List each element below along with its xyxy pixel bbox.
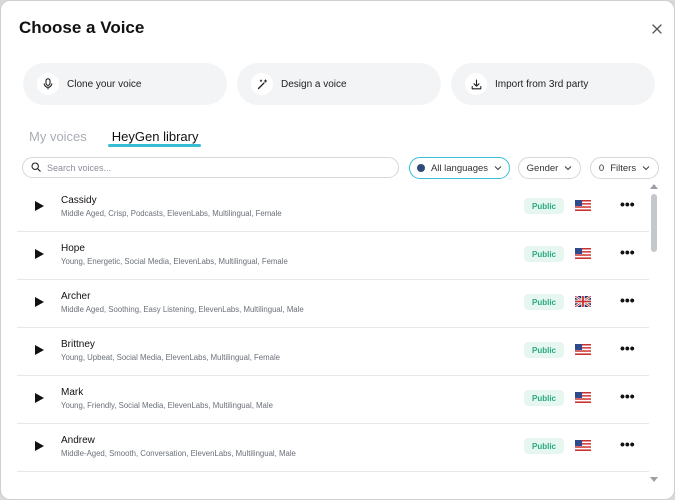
play-icon[interactable] — [35, 393, 44, 403]
scroll-down-arrow[interactable] — [650, 477, 658, 482]
voice-list: Cassidy Middle Aged, Crisp, Podcasts, El… — [17, 184, 649, 499]
voice-tags: Middle Aged, Soothing, Easy Listening, E… — [61, 305, 304, 314]
chevron-down-icon — [494, 163, 502, 174]
clone-voice-button[interactable]: Clone your voice — [23, 63, 227, 105]
scrollbar-thumb[interactable] — [651, 194, 657, 252]
public-badge: Public — [524, 438, 565, 454]
voice-name: Brittney — [61, 339, 95, 350]
voice-tags: Young, Energetic, Social Media, ElevenLa… — [61, 257, 288, 266]
public-badge: Public — [524, 246, 565, 262]
design-voice-label: Design a voice — [281, 78, 347, 90]
voice-row[interactable]: Hope Young, Energetic, Social Media, Ele… — [17, 232, 649, 280]
play-icon[interactable] — [35, 345, 44, 355]
chevron-down-icon — [564, 163, 572, 174]
voice-name: Archer — [61, 291, 91, 302]
us-flag-icon — [575, 200, 591, 211]
close-icon[interactable] — [647, 19, 667, 39]
gender-select[interactable]: Gender — [518, 157, 581, 179]
play-icon[interactable] — [35, 249, 44, 259]
clone-voice-label: Clone your voice — [67, 78, 142, 90]
voice-name: Andrew — [61, 435, 95, 446]
magic-wand-icon — [251, 73, 273, 95]
voice-tags: Middle-Aged, Smooth, Conversation, Eleve… — [61, 449, 296, 458]
voice-name: Cassidy — [61, 195, 97, 206]
design-voice-button[interactable]: Design a voice — [237, 63, 441, 105]
import-voice-button[interactable]: Import from 3rd party — [451, 63, 655, 105]
more-options-icon[interactable]: ••• — [620, 389, 635, 403]
voice-name: Mark — [61, 387, 84, 398]
language-select-label: All languages — [430, 162, 489, 174]
public-badge: Public — [524, 294, 565, 310]
voice-name: Hope — [61, 243, 85, 254]
import-voice-label: Import from 3rd party — [495, 78, 589, 90]
voice-tags: Young, Friendly, Social Media, ElevenLab… — [61, 401, 273, 410]
public-badge: Public — [524, 198, 565, 214]
play-icon[interactable] — [35, 297, 44, 307]
more-options-icon[interactable]: ••• — [620, 245, 635, 259]
public-badge: Public — [524, 390, 565, 406]
dialog-title: Choose a Voice — [19, 18, 145, 37]
search-icon — [31, 159, 41, 177]
voice-tabs: My voices HeyGen library — [29, 129, 201, 147]
play-icon[interactable] — [35, 441, 44, 451]
search-input[interactable] — [47, 162, 377, 173]
filters-label: Filters — [610, 162, 637, 174]
voice-row[interactable]: Andrew Middle-Aged, Smooth, Conversation… — [17, 424, 649, 472]
voice-row[interactable]: Archer Middle Aged, Soothing, Easy Liste… — [17, 280, 649, 328]
chevron-down-icon — [642, 163, 650, 174]
download-icon — [465, 73, 487, 95]
play-icon[interactable] — [35, 201, 44, 211]
gender-select-label: Gender — [526, 162, 559, 174]
microphone-icon — [37, 73, 59, 95]
voice-row[interactable]: Brittney Young, Upbeat, Social Media, El… — [17, 328, 649, 376]
us-flag-icon — [575, 440, 591, 451]
public-badge: Public — [524, 342, 565, 358]
choose-voice-dialog: Choose a Voice Clone your voice Design a… — [0, 0, 675, 500]
voice-tags: Young, Upbeat, Social Media, ElevenLabs,… — [61, 353, 281, 362]
us-flag-icon — [575, 392, 591, 403]
more-options-icon[interactable]: ••• — [620, 341, 635, 355]
globe-icon — [416, 164, 425, 172]
uk-flag-icon — [575, 296, 591, 307]
language-select[interactable]: All languages — [409, 157, 510, 179]
voice-actions: Clone your voice Design a voice Import f… — [23, 63, 655, 105]
us-flag-icon — [575, 248, 591, 259]
voice-row[interactable]: Mark Young, Friendly, Social Media, Elev… — [17, 376, 649, 424]
filters-button[interactable]: 0 Filters — [590, 157, 659, 179]
more-options-icon[interactable]: ••• — [620, 293, 635, 307]
voice-tags: Middle Aged, Crisp, Podcasts, ElevenLabs… — [61, 209, 282, 218]
more-options-icon[interactable]: ••• — [620, 197, 635, 211]
voice-row[interactable]: Cassidy Middle Aged, Crisp, Podcasts, El… — [17, 184, 649, 232]
search-box — [22, 157, 399, 178]
more-options-icon[interactable]: ••• — [620, 437, 635, 451]
tab-heygen-library[interactable]: HeyGen library — [107, 129, 201, 147]
tab-my-voices[interactable]: My voices — [29, 129, 87, 144]
us-flag-icon — [575, 344, 591, 355]
filters-count: 0 — [598, 162, 605, 174]
scroll-up-arrow[interactable] — [650, 184, 658, 189]
